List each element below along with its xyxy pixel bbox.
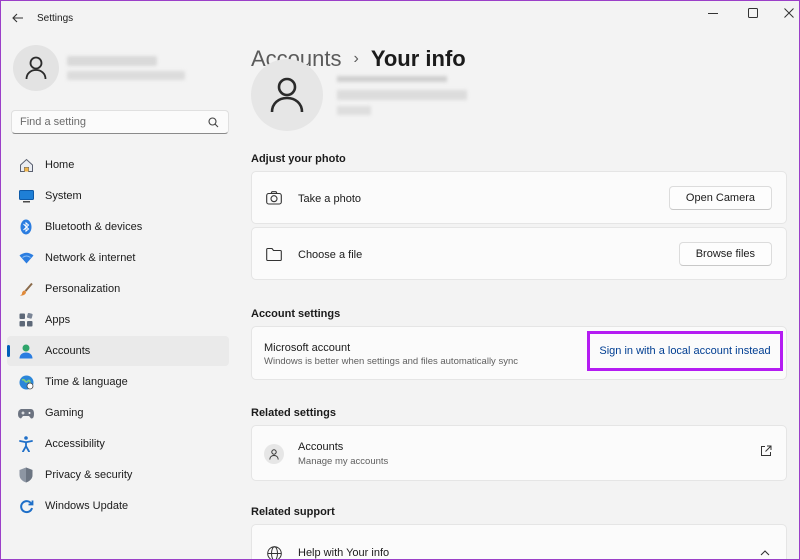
profile-avatar[interactable]: [13, 45, 59, 91]
search-icon[interactable]: [208, 117, 219, 128]
shield-icon: [18, 467, 34, 483]
home-icon: [18, 157, 34, 173]
sidebar-item-windows-update[interactable]: Windows Update: [7, 491, 229, 521]
sidebar-item-bluetooth[interactable]: Bluetooth & devices: [7, 212, 229, 242]
folder-icon: [266, 246, 282, 262]
settings-window: Settings Home System: [0, 0, 800, 560]
globe-icon: [18, 374, 34, 390]
sidebar-item-label: Home: [45, 159, 75, 171]
apps-icon: [18, 312, 34, 328]
sidebar-item-label: Privacy & security: [45, 469, 133, 481]
minimize-button[interactable]: [701, 5, 725, 21]
sidebar-item-label: Time & language: [45, 376, 128, 388]
sidebar-item-label: Accounts: [45, 345, 91, 357]
sidebar-item-label: Apps: [45, 314, 71, 326]
sidebar-item-label: Gaming: [45, 407, 84, 419]
network-icon: [18, 250, 34, 266]
user-name-redacted: [337, 76, 447, 82]
choose-file-card: Choose a file Browse files: [251, 227, 787, 280]
sidebar-item-label: Network & internet: [45, 252, 136, 264]
sidebar-item-system[interactable]: System: [7, 181, 229, 211]
choose-file-label: Choose a file: [298, 249, 363, 261]
system-icon: [18, 188, 34, 204]
globe-icon: [266, 545, 282, 559]
user-email-redacted: [337, 90, 467, 100]
bluetooth-icon: [18, 219, 34, 235]
section-title-related-settings: Related settings: [251, 407, 336, 419]
close-button[interactable]: [777, 5, 799, 21]
take-photo-card: Take a photo Open Camera: [251, 171, 787, 224]
maximize-button[interactable]: [741, 5, 765, 21]
sidebar-item-gaming[interactable]: Gaming: [7, 398, 229, 428]
sidebar-nav: Home System Bluetooth & devices Network …: [7, 150, 229, 522]
person-icon: [25, 56, 47, 80]
profile-name-redacted: [67, 56, 157, 66]
section-title-adjust-photo: Adjust your photo: [251, 153, 346, 165]
update-icon: [18, 498, 34, 514]
chevron-up-icon[interactable]: [760, 548, 770, 558]
section-title-account-settings: Account settings: [251, 308, 341, 320]
help-your-info-card[interactable]: Help with Your info: [251, 524, 787, 559]
local-account-highlight: Sign in with a local account instead: [587, 331, 783, 371]
accessibility-icon: [18, 436, 34, 452]
search-input[interactable]: [20, 116, 200, 128]
related-accounts-subtitle: Manage my accounts: [298, 456, 389, 467]
maximize-icon: [748, 8, 758, 18]
brush-icon: [18, 281, 34, 297]
external-link-icon: [761, 445, 772, 456]
related-accounts-title: Accounts: [298, 441, 344, 453]
sidebar-item-label: Personalization: [45, 283, 121, 295]
open-camera-button[interactable]: Open Camera: [668, 186, 772, 210]
person-icon: [270, 77, 304, 113]
breadcrumb-separator: ›: [353, 50, 359, 67]
sidebar-item-privacy-security[interactable]: Privacy & security: [7, 460, 229, 490]
sidebar-item-apps[interactable]: Apps: [7, 305, 229, 335]
minimize-icon: [708, 13, 718, 14]
sidebar-item-label: Accessibility: [45, 438, 105, 450]
profile-email-redacted: [67, 71, 185, 80]
page-title: Your info: [370, 46, 466, 71]
gamepad-icon: [18, 405, 34, 421]
back-button[interactable]: [9, 9, 27, 27]
arrow-left-icon: [12, 13, 23, 23]
sidebar-item-label: System: [45, 190, 82, 202]
close-icon: [784, 8, 794, 18]
sidebar-item-time-language[interactable]: Time & language: [7, 367, 229, 397]
user-role-redacted: [337, 106, 371, 115]
sidebar-item-network[interactable]: Network & internet: [7, 243, 229, 273]
sidebar-item-personalization[interactable]: Personalization: [7, 274, 229, 304]
user-avatar: [251, 59, 323, 131]
help-your-info-title: Help with Your info: [298, 547, 390, 559]
manage-accounts-card[interactable]: Accounts Manage my accounts: [251, 425, 787, 481]
search-box[interactable]: [11, 110, 229, 134]
microsoft-account-card: Microsoft account Windows is better when…: [251, 326, 787, 380]
take-photo-label: Take a photo: [298, 193, 361, 205]
browse-files-button[interactable]: Browse files: [678, 242, 772, 266]
camera-icon: [266, 190, 282, 206]
app-title: Settings: [37, 13, 74, 24]
sidebar-item-accessibility[interactable]: Accessibility: [7, 429, 229, 459]
accounts-icon: [18, 343, 34, 359]
person-icon: [264, 444, 284, 464]
sidebar-item-home[interactable]: Home: [7, 150, 229, 180]
sidebar-item-label: Bluetooth & devices: [45, 221, 143, 233]
sidebar-item-accounts[interactable]: Accounts: [7, 336, 229, 366]
section-title-related-support: Related support: [251, 506, 335, 518]
sign-in-local-account-link[interactable]: Sign in with a local account instead: [599, 345, 770, 357]
sidebar-item-label: Windows Update: [45, 500, 129, 512]
title-bar: Settings: [1, 1, 799, 35]
microsoft-account-subtitle: Windows is better when settings and file…: [264, 356, 518, 367]
microsoft-account-title: Microsoft account: [264, 342, 351, 354]
